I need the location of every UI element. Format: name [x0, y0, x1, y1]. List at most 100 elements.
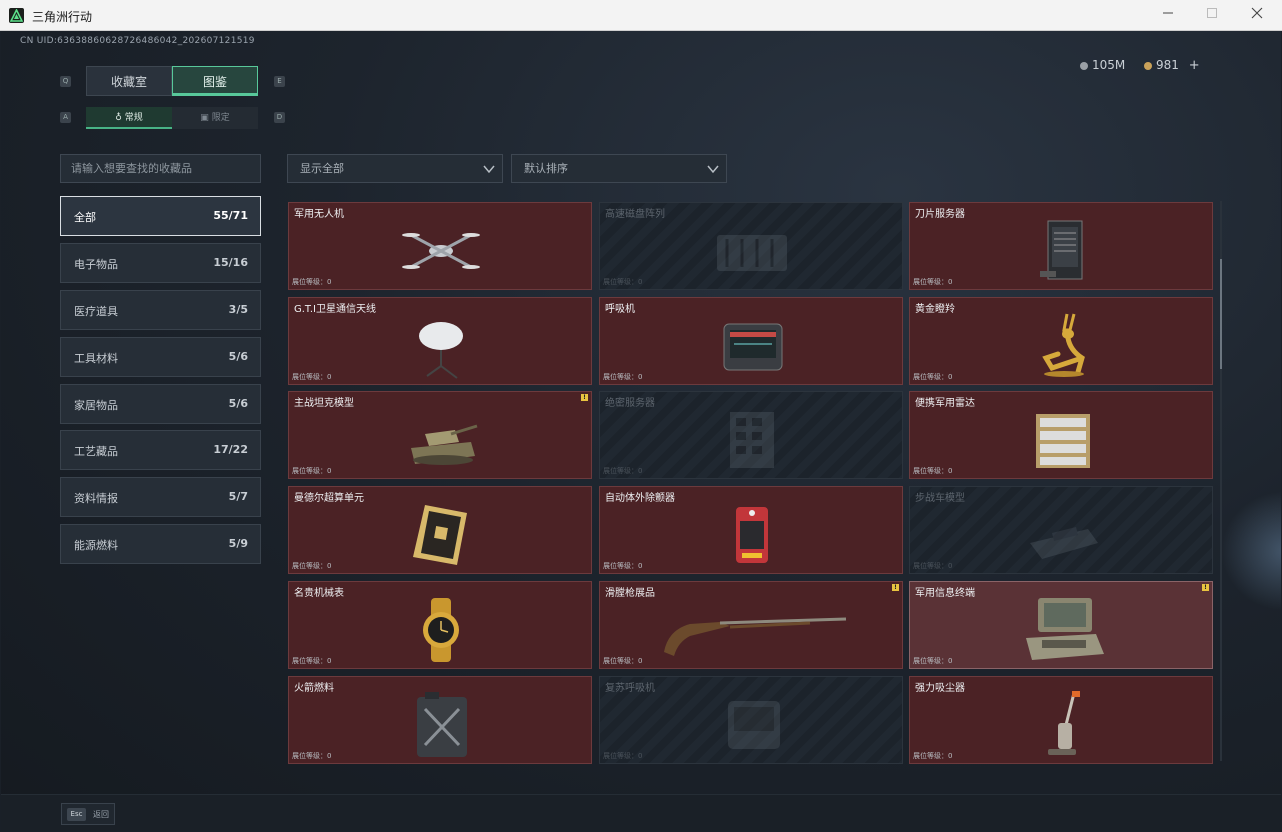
item-name: 军用无人机 — [294, 209, 344, 220]
new-badge: ! — [892, 584, 899, 591]
item-level: 展位等级：0 — [603, 752, 643, 760]
chevron-down-icon — [707, 165, 719, 174]
item-card-top-secret-server[interactable]: 绝密服务器 展位等级：0 — [599, 391, 903, 479]
item-level: 展位等级：0 — [913, 562, 953, 570]
golden-gazelle-icon — [1042, 313, 1085, 377]
category-intel[interactable]: 资料情报 5/7 — [60, 477, 261, 517]
radar-icon — [1036, 414, 1090, 468]
item-name: 军用信息终端 — [915, 588, 975, 599]
item-name: 便携军用雷达 — [915, 398, 975, 409]
category-count: 17/22 — [213, 443, 248, 456]
category-fuel[interactable]: 能源燃料 5/9 — [60, 524, 261, 564]
item-level: 展位等级：0 — [603, 562, 643, 570]
back-button[interactable]: Esc 返回 — [61, 803, 115, 825]
item-name: 火箭燃料 — [294, 683, 334, 694]
item-card-ifv-model[interactable]: 步战车模型 展位等级：0 — [909, 486, 1213, 574]
add-currency-button[interactable]: + — [1189, 58, 1200, 73]
app-body: CN UID:6363886062872648604​2_20260712151… — [1, 31, 1281, 831]
category-electronics[interactable]: 电子物品 15/16 — [60, 243, 261, 283]
item-card-military-drone[interactable]: 军用无人机 展位等级：0 — [288, 202, 592, 290]
maximize-button[interactable] — [1192, 4, 1232, 26]
window-title: 三角洲行动 — [32, 10, 93, 24]
category-label: 电子物品 — [74, 258, 118, 271]
item-card-musket[interactable]: 滑膛枪展品 ! 展位等级：0 — [599, 581, 903, 669]
item-card-aed[interactable]: 自动体外除颤器 展位等级：0 — [599, 486, 903, 574]
item-card-tank-model[interactable]: 主战坦克模型 ! 展位等级：0 — [288, 391, 592, 479]
silver-coin-icon — [1080, 62, 1088, 70]
window-titlebar: 三角洲行动 — [0, 0, 1282, 31]
item-name: 主战坦克模型 — [294, 398, 354, 409]
category-count: 15/16 — [213, 256, 248, 269]
item-level: 展位等级：0 — [292, 467, 332, 475]
search-input[interactable] — [60, 154, 261, 183]
item-card-luxury-watch[interactable]: 名贵机械表 展位等级：0 — [288, 581, 592, 669]
close-icon — [1251, 7, 1263, 19]
category-tools[interactable]: 工具材料 5/6 — [60, 337, 261, 377]
item-level: 展位等级：0 — [603, 657, 643, 665]
subtab-next-key: D — [274, 112, 285, 123]
vacuum-icon — [1048, 691, 1080, 755]
item-card-military-terminal[interactable]: 军用信息终端 ! 展位等级：0 — [909, 581, 1213, 669]
item-level: 展位等级：0 — [292, 657, 332, 665]
regular-icon: ♁ — [115, 113, 122, 123]
item-level: 展位等级：0 — [292, 562, 332, 570]
category-label: 能源燃料 — [74, 539, 118, 552]
category-all[interactable]: 全部 55/71 — [60, 196, 261, 236]
item-card-ventilator[interactable]: 呼吸机 展位等级：0 — [599, 297, 903, 385]
category-medical[interactable]: 医疗道具 3/5 — [60, 290, 261, 330]
category-label: 资料情报 — [74, 492, 118, 505]
tab-collection-room[interactable]: 收藏室 — [86, 66, 172, 96]
disk-array-icon — [717, 235, 787, 271]
grid-scrollbar[interactable] — [1220, 201, 1222, 761]
sort-dropdown[interactable]: 默认排序 — [511, 154, 727, 183]
item-card-satellite-antenna[interactable]: G.T.I卫星通信天线 展位等级：0 — [288, 297, 592, 385]
subtab-limited-label: 限定 — [211, 113, 230, 123]
minimize-button[interactable] — [1148, 4, 1188, 26]
item-card-power-vacuum[interactable]: 强力吸尘器 展位等级：0 — [909, 676, 1213, 764]
tab-next-key: E — [274, 76, 285, 87]
display-filter-value: 显示全部 — [300, 162, 344, 175]
item-card-golden-gazelle[interactable]: 黄金瞪羚 展位等级：0 — [909, 297, 1213, 385]
back-label: 返回 — [93, 810, 109, 819]
player-uid: CN UID:6363886062872648604​2_20260712151… — [20, 36, 255, 46]
category-crafts[interactable]: 工艺藏品 17/22 — [60, 430, 261, 470]
tab-catalog[interactable]: 图鉴 — [172, 66, 258, 96]
drone-icon — [402, 233, 480, 269]
item-name: 呼吸机 — [605, 304, 635, 315]
item-card-rocket-fuel[interactable]: 火箭燃料 展位等级：0 — [288, 676, 592, 764]
grid-scrollbar-thumb[interactable] — [1220, 259, 1222, 369]
resuscitator-icon — [728, 701, 780, 749]
category-label: 家居物品 — [74, 399, 118, 412]
chevron-down-icon — [483, 165, 495, 174]
app-logo-icon — [9, 8, 24, 23]
subtab-regular-label: 常规 — [124, 113, 143, 123]
category-household[interactable]: 家居物品 5/6 — [60, 384, 261, 424]
blade-server-icon — [1040, 220, 1083, 280]
item-card-resuscitator[interactable]: 复苏呼吸机 展位等级：0 — [599, 676, 903, 764]
item-card-mandel-supercomputer[interactable]: 曼德尔超算单元 展位等级：0 — [288, 486, 592, 574]
subtab-limited[interactable]: ▣ 限定 — [172, 107, 258, 129]
item-name: 步战车模型 — [915, 493, 965, 504]
item-card-blade-server[interactable]: 刀片服务器 展位等级：0 — [909, 202, 1213, 290]
ventilator-icon — [723, 323, 783, 371]
defibrillator-icon — [736, 507, 768, 563]
item-name: 绝密服务器 — [605, 398, 655, 409]
esc-key: Esc — [67, 808, 86, 821]
close-window-button[interactable] — [1237, 4, 1277, 26]
fuel-can-icon — [417, 692, 467, 757]
subtab-regular[interactable]: ♁ 常规 — [86, 107, 172, 129]
item-card-portable-radar[interactable]: 便携军用雷达 展位等级：0 — [909, 391, 1213, 479]
gold-coin-icon — [1144, 62, 1152, 70]
item-level: 展位等级：0 — [292, 752, 332, 760]
terminal-icon — [1026, 598, 1104, 660]
item-card-disk-array[interactable]: 高速磁盘阵列 展位等级：0 — [599, 202, 903, 290]
item-level: 展位等级：0 — [603, 278, 643, 286]
item-level: 展位等级：0 — [603, 467, 643, 475]
currency-primary: 105M — [1080, 58, 1125, 72]
footer-bar: Esc 返回 — [1, 794, 1281, 831]
item-name: 黄金瞪羚 — [915, 304, 955, 315]
new-badge: ! — [581, 394, 588, 401]
category-label: 工艺藏品 — [74, 445, 118, 458]
display-filter-dropdown[interactable]: 显示全部 — [287, 154, 503, 183]
item-name: 名贵机械表 — [294, 588, 344, 599]
